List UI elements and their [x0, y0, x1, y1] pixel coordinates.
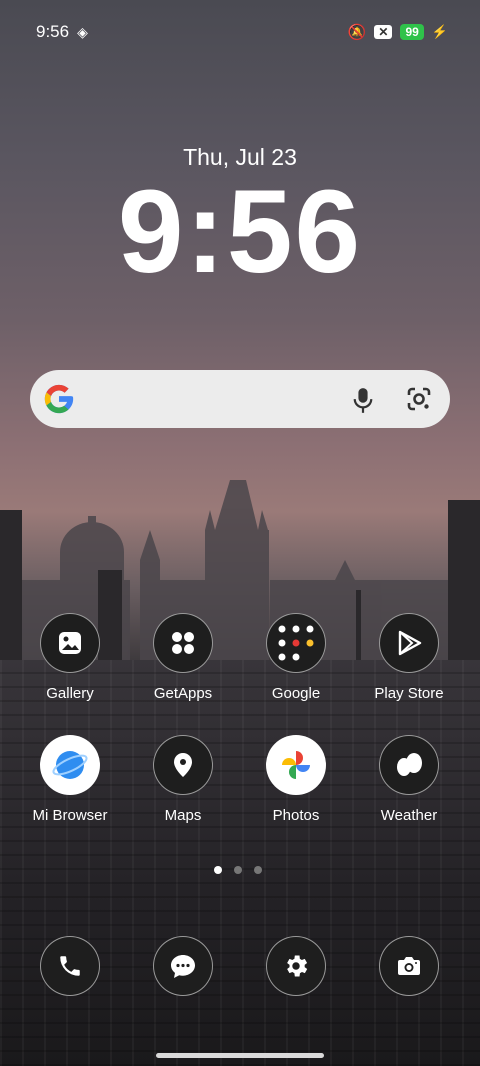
dock-phone[interactable]: [40, 936, 100, 996]
page-indicator: [214, 866, 262, 874]
google-folder-icon: [266, 613, 326, 673]
camera-icon: [398, 957, 420, 975]
google-lens-icon[interactable]: [406, 386, 432, 412]
page-dot[interactable]: [234, 866, 242, 874]
app-photos[interactable]: Photos: [246, 735, 346, 824]
vibrate-off-icon: 🔕: [347, 24, 367, 41]
app-play-store[interactable]: Play Store: [359, 613, 459, 702]
messages-icon: [171, 955, 195, 978]
app-gallery[interactable]: Gallery: [20, 613, 120, 702]
app-getapps[interactable]: GetApps: [133, 613, 233, 702]
weather-icon: [379, 735, 439, 795]
no-sim-icon: ✕: [374, 25, 393, 39]
gallery-icon: [40, 613, 100, 673]
app-label: Mi Browser: [32, 807, 108, 824]
phone-icon: [60, 956, 80, 976]
nfc-icon: ◈: [77, 23, 88, 40]
app-label: Weather: [380, 807, 438, 824]
dock-messages[interactable]: [153, 936, 213, 996]
mi-browser-icon: [40, 735, 100, 795]
dock-camera[interactable]: [379, 936, 439, 996]
lockscreen-clock[interactable]: 9:56: [0, 167, 480, 298]
page-dot[interactable]: [254, 866, 262, 874]
settings-icon: [287, 955, 308, 977]
wallpaper-cobblestone: [0, 660, 480, 1066]
app-weather[interactable]: Weather: [359, 735, 459, 824]
dock-settings[interactable]: [266, 936, 326, 996]
app-label: Play Store: [374, 685, 444, 702]
app-label: Maps: [164, 807, 202, 824]
gesture-nav-handle[interactable]: [156, 1053, 324, 1058]
getapps-icon: [153, 613, 213, 673]
status-time: 9:56: [36, 22, 70, 41]
charging-icon: ⚡: [431, 24, 448, 39]
app-label: GetApps: [153, 685, 213, 702]
status-bar: 9:56 ◈ 🔕 ✕ 99 ⚡: [36, 20, 448, 44]
app-label: Photos: [272, 807, 320, 824]
photos-icon: [266, 735, 326, 795]
play-store-icon: [379, 613, 439, 673]
app-google-folder[interactable]: Google: [246, 613, 346, 702]
battery-indicator: 99: [400, 24, 424, 40]
google-g-icon: [44, 384, 74, 414]
app-mi-browser[interactable]: Mi Browser: [20, 735, 120, 824]
voice-search-mic-icon[interactable]: [352, 386, 374, 414]
google-search-bar[interactable]: [30, 370, 450, 428]
maps-icon: [153, 735, 213, 795]
app-label: Gallery: [46, 685, 94, 702]
app-label: Google: [271, 685, 321, 702]
page-dot[interactable]: [214, 866, 222, 874]
app-maps[interactable]: Maps: [133, 735, 233, 824]
